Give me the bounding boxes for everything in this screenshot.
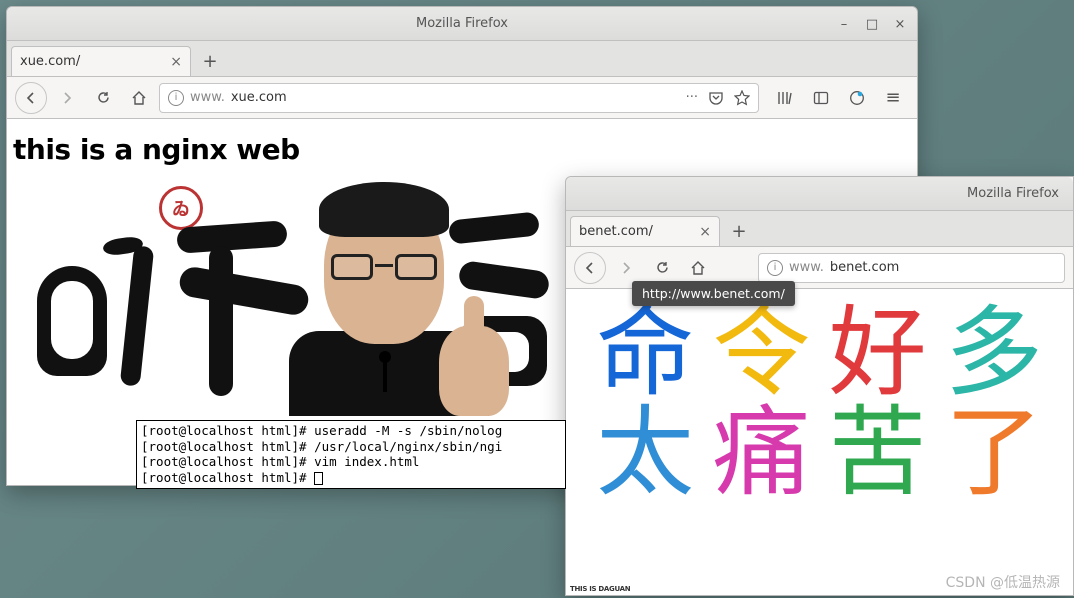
url-prefix: www. xyxy=(190,90,225,105)
arrow-right-icon xyxy=(619,261,633,275)
library-button[interactable] xyxy=(769,82,801,114)
profile-icon xyxy=(849,90,865,106)
hero-image: ゐ xyxy=(9,176,549,416)
tab-xue[interactable]: xue.com/ × xyxy=(11,46,191,76)
close-button[interactable]: × xyxy=(887,11,913,37)
maximize-button[interactable]: □ xyxy=(859,11,885,37)
pocket-icon[interactable] xyxy=(708,90,724,106)
plus-icon: + xyxy=(202,51,217,72)
tabstrip: benet.com/ × + xyxy=(566,211,1073,247)
url-right: ··· xyxy=(686,90,750,106)
firefox-window-2: Mozilla Firefox benet.com/ × + i www. ben… xyxy=(565,176,1074,596)
arrow-left-icon xyxy=(583,261,597,275)
arrow-right-icon xyxy=(60,91,74,105)
toolbar-right: ≡ xyxy=(769,82,909,114)
home-button[interactable] xyxy=(123,82,155,114)
new-tab-button[interactable]: + xyxy=(724,216,754,246)
window-controls: – □ × xyxy=(831,11,913,37)
home-icon xyxy=(690,260,706,276)
seal-stamp: ゐ xyxy=(159,186,203,230)
back-button[interactable] xyxy=(574,252,606,284)
terminal-line: [root@localhost html]# /usr/local/nginx/… xyxy=(141,439,561,455)
calligraphy-stroke xyxy=(209,246,233,396)
terminal-line: [root@localhost html]# useradd -M -s /sb… xyxy=(141,423,561,439)
arrow-left-icon xyxy=(24,91,38,105)
titlebar[interactable]: Mozilla Firefox xyxy=(566,177,1073,211)
forward-button[interactable] xyxy=(610,252,642,284)
new-tab-button[interactable]: + xyxy=(195,46,225,76)
terminal[interactable]: [root@localhost html]# useradd -M -s /sb… xyxy=(136,420,566,489)
maximize-icon: □ xyxy=(866,17,878,32)
tabstrip: xue.com/ × + xyxy=(7,41,917,77)
cursor xyxy=(314,472,323,485)
site-info-icon[interactable]: i xyxy=(168,90,184,106)
window-title: Mozilla Firefox xyxy=(967,186,1059,201)
kanji-char: 苦 xyxy=(827,395,929,495)
minimize-icon: – xyxy=(841,17,848,32)
window-title: Mozilla Firefox xyxy=(416,16,508,31)
sidebar-button[interactable] xyxy=(805,82,837,114)
reload-button[interactable] xyxy=(646,252,678,284)
reload-icon xyxy=(96,90,111,105)
url-tooltip: http://www.benet.com/ xyxy=(632,281,795,306)
toolbar: i www. xue.com ··· ≡ xyxy=(7,77,917,119)
reload-button[interactable] xyxy=(87,82,119,114)
tab-label: benet.com/ xyxy=(579,224,653,239)
minimize-button[interactable]: – xyxy=(831,11,857,37)
calligraphy-hole xyxy=(51,281,93,359)
home-icon xyxy=(131,90,147,106)
kanji-grid: 命令好多太痛苦了 xyxy=(566,289,1073,495)
menu-icon: ≡ xyxy=(885,87,900,108)
back-button[interactable] xyxy=(15,82,47,114)
footer-tiny: THIS IS DAGUAN xyxy=(570,585,630,593)
star-icon[interactable] xyxy=(734,90,750,106)
tab-close-icon[interactable]: × xyxy=(170,54,182,70)
menu-button[interactable]: ≡ xyxy=(877,82,909,114)
site-info-icon[interactable]: i xyxy=(767,260,783,276)
kanji-char: 痛 xyxy=(710,395,812,495)
terminal-line: [root@localhost html]# vim index.html xyxy=(141,454,561,470)
close-icon: × xyxy=(895,17,906,32)
person-illustration xyxy=(269,176,499,416)
library-icon xyxy=(777,90,793,106)
kanji-char: 太 xyxy=(594,395,696,495)
terminal-line: [root@localhost html]# xyxy=(141,470,561,486)
calligraphy-stroke xyxy=(120,245,155,386)
kanji-char: 了 xyxy=(943,395,1045,495)
url-bar[interactable]: i www. xue.com ··· xyxy=(159,83,759,113)
url-host: benet.com xyxy=(830,260,899,275)
tab-benet[interactable]: benet.com/ × xyxy=(570,216,720,246)
page-content: 命令好多太痛苦了 THIS IS DAGUAN xyxy=(566,289,1073,595)
home-button[interactable] xyxy=(682,252,714,284)
plus-icon: + xyxy=(731,221,746,242)
url-bar[interactable]: i www. benet.com xyxy=(758,253,1065,283)
url-prefix: www. xyxy=(789,260,824,275)
tab-label: xue.com/ xyxy=(20,54,80,69)
more-icon[interactable]: ··· xyxy=(686,90,698,105)
tab-close-icon[interactable]: × xyxy=(699,224,711,240)
forward-button[interactable] xyxy=(51,82,83,114)
watermark: CSDN @低温热源 xyxy=(946,572,1060,592)
sidebar-icon xyxy=(813,90,829,106)
reload-icon xyxy=(655,260,670,275)
titlebar[interactable]: Mozilla Firefox – □ × xyxy=(7,7,917,41)
page-heading: this is a nginx web xyxy=(7,119,917,176)
url-host: xue.com xyxy=(231,90,287,105)
profile-button[interactable] xyxy=(841,82,873,114)
toolbar: i www.benet.com http://www.benet.com/ xyxy=(566,247,1073,289)
